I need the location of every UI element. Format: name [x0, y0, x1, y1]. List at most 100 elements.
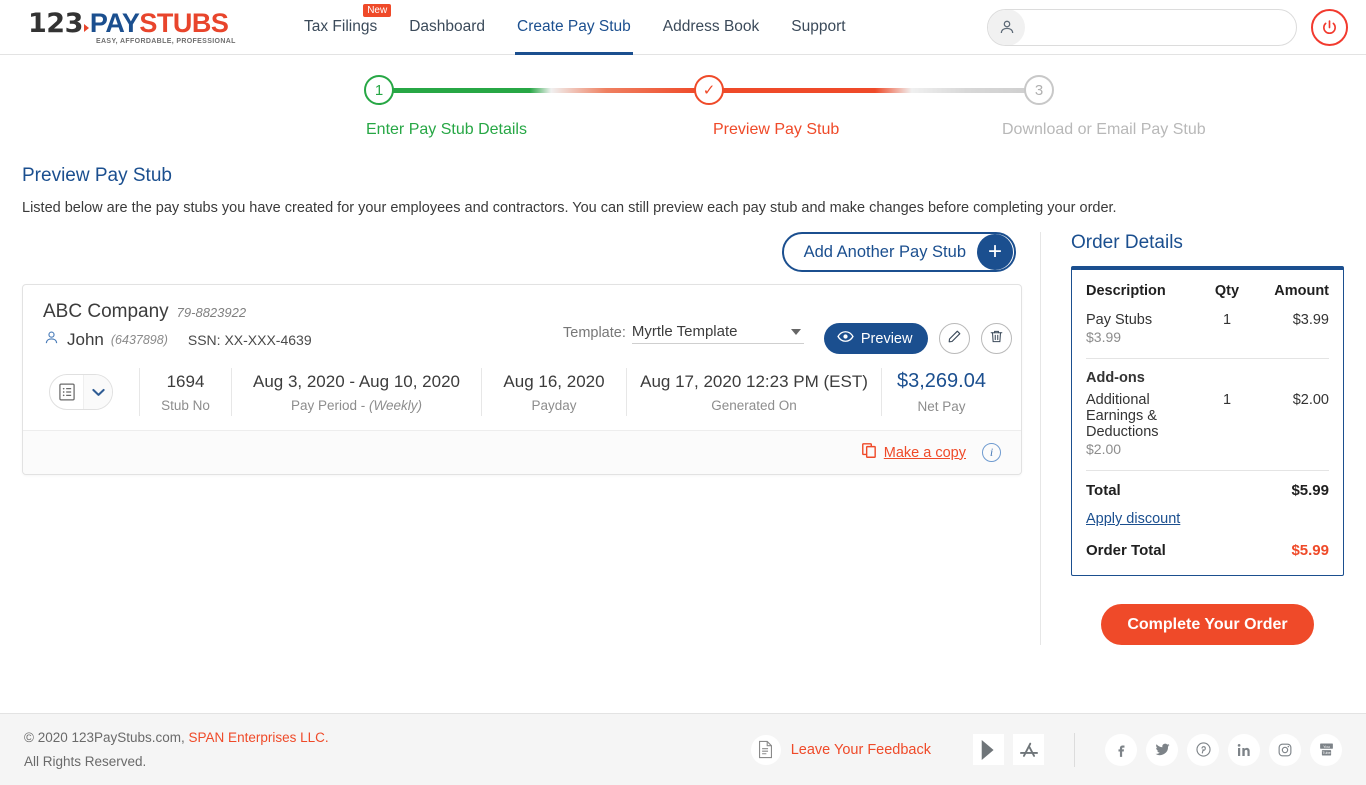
logo-pay-text: PAY [89, 7, 140, 38]
pay-stub-card-header: ABC Company 79-8823922 John (6437898) SS… [23, 285, 1021, 364]
page-title: Preview Pay Stub [22, 165, 172, 186]
order-total-label: Total [1086, 482, 1121, 499]
copyright-block: © 2020 123PayStubs.com, SPAN Enterprises… [24, 726, 329, 773]
power-icon[interactable] [1311, 8, 1348, 46]
brand-logo[interactable]: 123 PAY STUBS EASY, AFFORDABLE, PROFESSION… [28, 7, 243, 45]
template-dropdown[interactable]: Myrtle Template [631, 323, 804, 344]
twitter-icon[interactable] [1146, 733, 1178, 766]
stub-details-toggle[interactable] [49, 374, 113, 410]
apply-discount-link[interactable]: Apply discount [1086, 511, 1180, 527]
delete-pay-stub-button[interactable] [981, 323, 1013, 354]
user-account-menu[interactable] [987, 8, 1297, 46]
content-wrapper: Preview Pay Stub Listed below are the pa… [0, 165, 1366, 645]
order-divider-row-2 [1086, 459, 1329, 471]
app-footer: © 2020 123PayStubs.com, SPAN Enterprises… [0, 713, 1366, 785]
pencil-icon [947, 329, 962, 349]
app-store-links [973, 734, 1044, 765]
complete-order-row: Complete Your Order [1071, 604, 1344, 645]
preview-button[interactable]: Preview [823, 323, 929, 354]
stepper-node-2[interactable]: ✓ [694, 75, 724, 105]
employee-ssn: SSN: XX-XXX-4639 [187, 332, 312, 348]
employee-person-icon [43, 329, 60, 351]
order-col-description: Description [1086, 283, 1166, 299]
span-enterprises-link[interactable]: SPAN Enterprises LLC. [189, 730, 329, 745]
order-addon-row: Additional Earnings & Deductions $2.00 1… [1086, 390, 1329, 459]
order-addon-name-cell: Additional Earnings & Deductions $2.00 [1086, 390, 1203, 459]
progress-stepper: 1 ✓ 3 Enter Pay Stub Details Preview Pay… [0, 55, 1366, 143]
app-root: 123 PAY STUBS EASY, AFFORDABLE, PROFESSION… [0, 0, 1366, 785]
leave-feedback-button[interactable]: Leave Your Feedback [750, 734, 931, 765]
list-icon [50, 382, 83, 402]
app-store-icon[interactable] [1013, 734, 1044, 765]
stat-pay-period-frequency: (Weekly) [369, 397, 423, 413]
stepper-connector-2 [722, 88, 1028, 93]
footer-divider [1074, 732, 1075, 767]
two-column-layout: Add Another Pay Stub + ABC Company 79-88… [22, 232, 1344, 645]
stepper-label-1[interactable]: Enter Pay Stub Details [366, 121, 527, 139]
eye-icon [837, 330, 854, 347]
main-content: Preview Pay Stub Listed below are the pa… [0, 143, 1366, 713]
stepper-connector-1 [392, 88, 698, 93]
order-details-column: Order Details Description Qty Amount Pay… [1040, 232, 1344, 645]
complete-your-order-button[interactable]: Complete Your Order [1101, 604, 1314, 645]
stub-list-column: Add Another Pay Stub + ABC Company 79-88… [22, 232, 1022, 645]
order-grand-total-row: Order Total $5.99 [1086, 529, 1329, 561]
nav-item-dashboard[interactable]: Dashboard [393, 0, 501, 55]
stepper-node-3[interactable]: 3 [1024, 75, 1054, 105]
order-grand-total-amount: $5.99 [1291, 542, 1329, 559]
facebook-icon[interactable] [1105, 733, 1137, 766]
order-table: Description Qty Amount Pay Stubs $3.99 1… [1086, 283, 1329, 561]
stepper-node-1[interactable]: 1 [364, 75, 394, 105]
stepper-label-2[interactable]: Preview Pay Stub [713, 121, 839, 139]
linkedin-icon[interactable] [1228, 733, 1260, 766]
make-a-copy-label: Make a copy [883, 444, 966, 461]
stat-net-pay-label: Net Pay [917, 399, 966, 414]
stat-generated-on: Aug 17, 2020 12:23 PM (EST) Generated On [626, 368, 881, 416]
app-header: 123 PAY STUBS EASY, AFFORDABLE, PROFESSION… [0, 0, 1366, 55]
order-table-header-row: Description Qty Amount [1086, 283, 1329, 310]
stat-net-pay: $3,269.04 Net Pay [881, 368, 1001, 416]
order-divider-row [1086, 347, 1329, 359]
employee-line: John (6437898) SSN: XX-XXX-4639 [43, 329, 563, 351]
stat-stub-no-label: Stub No [161, 397, 210, 413]
order-addon-name: Additional Earnings & Deductions [1086, 392, 1159, 440]
pay-stub-card-footer: Make a copy i [23, 430, 1021, 474]
trash-icon [989, 329, 1004, 349]
order-item-qty: 1 [1222, 312, 1232, 328]
page-description: Listed below are the pay stubs you have … [22, 200, 1117, 216]
order-addon-unit-price: $2.00 [1086, 441, 1122, 457]
stepper-node-3-number: 3 [1034, 81, 1044, 99]
plus-icon: + [977, 234, 1013, 270]
main-nav: Tax Filings New Dashboard Create Pay Stu… [288, 0, 862, 55]
stepper-node-2-check-icon: ✓ [702, 82, 716, 99]
make-a-copy-link[interactable]: Make a copy [861, 442, 966, 464]
nav-item-address-book[interactable]: Address Book [647, 0, 776, 55]
google-play-icon[interactable] [973, 734, 1004, 765]
stepper-track: 1 ✓ 3 [288, 75, 1078, 109]
order-item-row: Pay Stubs $3.99 1 $3.99 [1086, 310, 1329, 347]
stat-stub-no: 1694 Stub No [139, 368, 231, 416]
order-item-unit-price: $3.99 [1086, 329, 1122, 345]
add-another-pay-stub-button[interactable]: Add Another Pay Stub + [781, 232, 1016, 272]
stepper-labels: Enter Pay Stub Details Preview Pay Stub … [118, 121, 1248, 143]
stat-payday: Aug 16, 2020 Payday [481, 368, 626, 416]
order-item-name-cell: Pay Stubs $3.99 [1086, 310, 1203, 347]
nav-item-support[interactable]: Support [775, 0, 861, 55]
chevron-down-icon [790, 328, 801, 335]
instagram-icon[interactable] [1269, 733, 1301, 766]
logo-arrow-red-icon [83, 23, 89, 32]
nav-label-dashboard: Dashboard [409, 18, 486, 35]
nav-label-create-pay-stub: Create Pay Stub [517, 18, 631, 35]
pinterest-icon[interactable] [1187, 733, 1219, 766]
youtube-icon[interactable]: You Tube [1310, 733, 1342, 766]
order-total-amount: $5.99 [1291, 482, 1329, 499]
new-badge: New [363, 3, 392, 17]
stepper-node-1-number: 1 [374, 81, 384, 99]
nav-item-create-pay-stub[interactable]: Create Pay Stub [501, 0, 647, 55]
nav-item-tax-filings[interactable]: Tax Filings New [288, 0, 393, 55]
order-item-name: Pay Stubs [1086, 312, 1153, 328]
info-icon[interactable]: i [982, 443, 1001, 462]
template-selector[interactable]: Template: Myrtle Template [563, 323, 804, 344]
edit-pay-stub-button[interactable] [939, 323, 971, 354]
stepper-label-3[interactable]: Download or Email Pay Stub [1002, 121, 1206, 139]
